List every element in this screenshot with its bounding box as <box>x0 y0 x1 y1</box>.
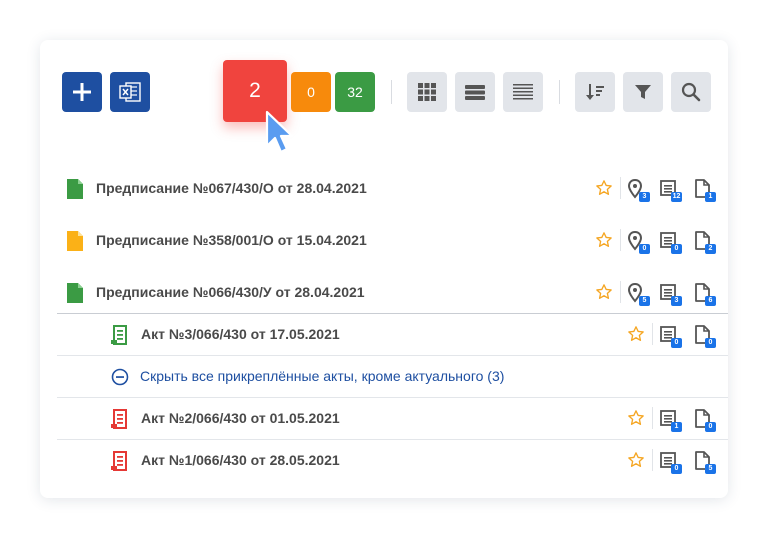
divider <box>620 281 621 303</box>
documents-card: 2 0 32 Предписание №067/430/О от 28.04.2… <box>40 40 728 498</box>
document-icon <box>67 179 83 199</box>
divider <box>652 407 653 429</box>
location-icon[interactable]: 3 <box>627 178 650 202</box>
excel-export-button[interactable] <box>110 72 150 112</box>
list-item[interactable]: Предписание №358/001/О от 15.04.2021 0 0… <box>40 219 728 261</box>
filter-icon <box>635 85 651 99</box>
star-icon[interactable] <box>595 283 613 301</box>
sort-icon <box>586 84 604 100</box>
star-icon[interactable] <box>595 231 613 249</box>
star-icon[interactable] <box>627 409 645 427</box>
compact-view-icon <box>513 84 533 100</box>
divider <box>620 177 621 199</box>
attachments-icon[interactable]: 1 <box>693 178 716 202</box>
counter-orange-badge[interactable]: 0 <box>291 72 331 112</box>
location-count-badge: 5 <box>639 296 650 306</box>
search-button[interactable] <box>671 72 711 112</box>
location-icon[interactable]: 5 <box>627 282 650 306</box>
comments-icon[interactable]: 1 <box>659 408 682 432</box>
location-count-badge: 0 <box>639 244 650 254</box>
prescription-title[interactable]: Предписание №358/001/О от 15.04.2021 <box>96 232 367 248</box>
attachments-icon[interactable]: 0 <box>693 408 716 432</box>
act-list-item[interactable]: Акт №1/066/430 от 28.05.2021 0 5 <box>40 439 728 481</box>
comments-icon[interactable]: 0 <box>659 450 682 474</box>
comments-count-badge: 0 <box>671 244 682 254</box>
attachments-count-badge: 2 <box>705 244 716 254</box>
document-icon <box>67 283 83 303</box>
toolbar-divider <box>391 80 392 104</box>
prescription-title[interactable]: Предписание №067/430/О от 28.04.2021 <box>96 180 367 196</box>
star-icon[interactable] <box>627 451 645 469</box>
collapse-minus-icon <box>111 368 129 386</box>
attachments-count-badge: 0 <box>705 338 716 348</box>
hide-acts-link[interactable]: Скрыть все прикреплённые акты, кроме акт… <box>140 368 504 384</box>
act-title[interactable]: Акт №3/066/430 от 17.05.2021 <box>141 326 340 342</box>
filter-button[interactable] <box>623 72 663 112</box>
plus-icon <box>73 83 91 101</box>
act-document-icon <box>111 409 127 429</box>
list-item[interactable]: Предписание №067/430/О от 28.04.2021 3 1… <box>40 167 728 209</box>
list-view-icon <box>465 85 485 100</box>
mouse-pointer-icon <box>265 110 294 154</box>
divider <box>652 323 653 345</box>
act-list-item[interactable]: Акт №3/066/430 от 17.05.2021 0 0 <box>40 313 728 355</box>
comments-count-badge: 0 <box>671 464 682 474</box>
attachments-icon[interactable]: 5 <box>693 450 716 474</box>
attachments-count-badge: 0 <box>705 422 716 432</box>
sort-button[interactable] <box>575 72 615 112</box>
comments-icon[interactable]: 0 <box>659 230 682 254</box>
act-document-icon <box>111 325 127 345</box>
act-list-item[interactable]: Акт №2/066/430 от 01.05.2021 1 0 <box>40 397 728 439</box>
attachments-icon[interactable]: 0 <box>693 324 716 348</box>
comments-icon[interactable]: 12 <box>659 178 682 202</box>
attachments-count-badge: 6 <box>705 296 716 306</box>
comments-icon[interactable]: 0 <box>659 324 682 348</box>
toolbar-divider <box>559 80 560 104</box>
document-icon <box>67 231 83 251</box>
star-icon[interactable] <box>595 179 613 197</box>
comments-icon[interactable]: 3 <box>659 282 682 306</box>
act-title[interactable]: Акт №1/066/430 от 28.05.2021 <box>141 452 340 468</box>
star-icon[interactable] <box>627 325 645 343</box>
compact-view-button[interactable] <box>503 72 543 112</box>
divider <box>652 449 653 471</box>
prescription-title[interactable]: Предписание №066/430/У от 28.04.2021 <box>96 284 365 300</box>
act-document-icon <box>111 451 127 471</box>
grid-view-button[interactable] <box>407 72 447 112</box>
comments-count-badge: 3 <box>671 296 682 306</box>
attachments-icon[interactable]: 2 <box>693 230 716 254</box>
divider <box>620 229 621 251</box>
attachments-icon[interactable]: 6 <box>693 282 716 306</box>
location-count-badge: 3 <box>639 192 650 202</box>
location-icon[interactable]: 0 <box>627 230 650 254</box>
hide-acts-toggle[interactable]: Скрыть все прикреплённые акты, кроме акт… <box>40 355 728 397</box>
counter-green-badge[interactable]: 32 <box>335 72 375 112</box>
attachments-count-badge: 5 <box>705 464 716 474</box>
list-item[interactable]: Предписание №066/430/У от 28.04.2021 5 3… <box>40 271 728 313</box>
comments-count-badge: 1 <box>671 422 682 432</box>
search-icon <box>681 82 701 102</box>
grid-view-icon <box>418 83 436 101</box>
excel-icon <box>119 82 141 102</box>
comments-count-badge: 12 <box>671 192 682 202</box>
attachments-count-badge: 1 <box>705 192 716 202</box>
add-button[interactable] <box>62 72 102 112</box>
comments-count-badge: 0 <box>671 338 682 348</box>
act-title[interactable]: Акт №2/066/430 от 01.05.2021 <box>141 410 340 426</box>
list-view-button[interactable] <box>455 72 495 112</box>
